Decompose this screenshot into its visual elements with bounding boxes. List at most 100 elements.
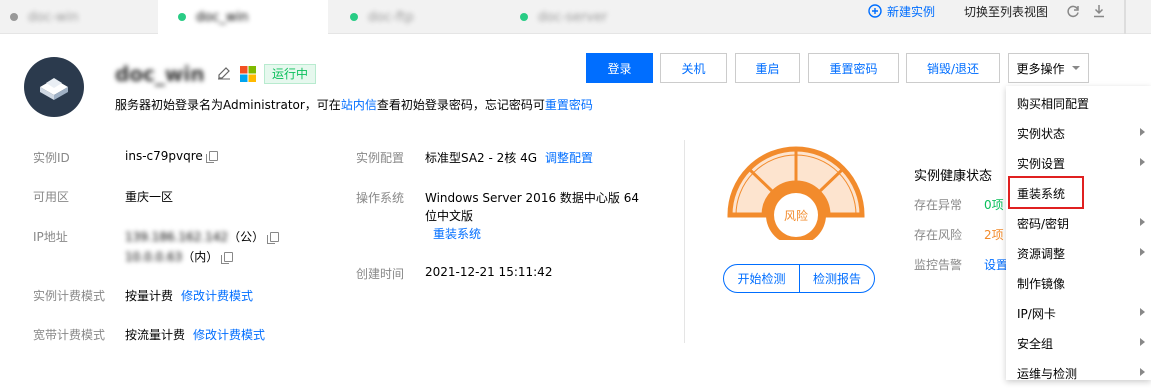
section-divider [684, 140, 685, 343]
server-icon [40, 78, 68, 100]
os-label: 操作系统 [356, 191, 405, 205]
notice-text: 服务器初始登录名为Administrator，可在 [115, 98, 341, 112]
reset-password-link[interactable]: 重置密码 [545, 98, 593, 112]
windows-icon [240, 66, 256, 85]
config-label: 实例配置 [356, 151, 405, 165]
reinstall-os-link[interactable]: 重装系统 [433, 225, 481, 242]
health-check-button-group: 开始检测 检测报告 [723, 264, 875, 293]
copy-icon[interactable] [221, 252, 234, 264]
menu-item-label: 购买相同配置 [1017, 96, 1090, 111]
new-instance-button[interactable]: 新建实例 [868, 0, 935, 22]
start-check-button[interactable]: 开始检测 [724, 265, 800, 292]
alarm-settings-link[interactable]: 设置 [984, 256, 1008, 273]
check-report-button[interactable]: 检测报告 [800, 265, 874, 292]
more-actions-button[interactable]: 更多操作 [1008, 53, 1089, 83]
os-value-line2: 位中文版 [425, 209, 474, 223]
menu-item-password-key[interactable]: 密码/密钥 [1006, 208, 1151, 238]
tab-doc-ftp[interactable]: doc-ftp [340, 0, 510, 34]
bandwidth-mode-text: 按流量计费 [125, 328, 186, 342]
public-ip-suffix: （公） [228, 230, 265, 244]
instance-id-value: ins-c79pvqre [125, 149, 218, 163]
public-ip-text: 139.186.162.142 [125, 230, 229, 244]
menu-item-label: 安全组 [1017, 336, 1054, 351]
risk-value: 2项 [984, 228, 1004, 242]
zone-value: 重庆一区 [125, 190, 174, 204]
private-ip-text: 10.0.0.63 [125, 250, 183, 264]
created-time-value: 2021-12-21 15:11:42 [425, 265, 553, 279]
switch-list-view-link[interactable]: 切换至列表视图 [964, 0, 1048, 22]
gauge-label: 风险 [783, 209, 808, 223]
billing-mode-value: 按量计费 修改计费模式 [125, 287, 253, 304]
ip-public: 139.186.162.142（公） [125, 228, 280, 245]
ip-private: 10.0.0.63（内） [125, 248, 234, 265]
adjust-config-link[interactable]: 调整配置 [545, 151, 593, 165]
copy-icon[interactable] [205, 151, 218, 163]
tab-doc-win-active[interactable]: doc_win [158, 0, 328, 35]
highlight-box [1008, 176, 1084, 209]
instance-id-label: 实例ID [33, 151, 70, 165]
scrollbar-divider [1124, 0, 1126, 34]
menu-item-label: 实例状态 [1017, 126, 1066, 141]
health-gauge [727, 146, 865, 240]
plus-circle-icon [868, 4, 882, 18]
chevron-right-icon [1140, 158, 1145, 166]
chevron-right-icon [1140, 128, 1145, 136]
abnormal-value: 0项 [984, 198, 1004, 212]
menu-item-instance-status[interactable]: 实例状态 [1006, 118, 1151, 148]
tab-doc-win[interactable]: doc-win [0, 0, 158, 34]
menu-item-label: 资源调整 [1017, 246, 1066, 261]
reset-password-button[interactable]: 重置密码 [808, 53, 899, 83]
private-ip-suffix: （内） [182, 250, 219, 264]
chevron-right-icon [1140, 338, 1145, 346]
menu-item-security-group[interactable]: 安全组 [1006, 328, 1151, 358]
bandwidth-mode-label: 宽带计费模式 [33, 328, 106, 342]
instance-avatar [24, 57, 84, 117]
menu-item-label: IP/网卡 [1017, 306, 1056, 321]
menu-item-create-image[interactable]: 制作镜像 [1006, 268, 1151, 298]
more-actions-label: 更多操作 [1016, 61, 1065, 76]
instance-tab-bar: doc-win doc_win doc-ftp doc-server 新建实例 … [0, 0, 1151, 35]
message-center-link[interactable]: 站内信 [341, 98, 377, 112]
menu-item-resource-adjust[interactable]: 资源调整 [1006, 238, 1151, 268]
refresh-icon[interactable] [1066, 0, 1080, 22]
chevron-right-icon [1140, 248, 1145, 256]
menu-item-instance-settings[interactable]: 实例设置 [1006, 148, 1151, 178]
login-notice: 服务器初始登录名为Administrator，可在站内信查看初始登录密码，忘记密… [115, 96, 593, 113]
restart-button[interactable]: 重启 [735, 53, 800, 83]
status-badge: 运行中 [264, 64, 317, 84]
chevron-right-icon [1140, 308, 1145, 316]
config-text: 标准型SA2 - 2核 4G [425, 151, 538, 165]
modify-bandwidth-billing-link[interactable]: 修改计费模式 [193, 328, 265, 342]
destroy-button[interactable]: 销毁/退还 [906, 53, 1000, 83]
edit-icon[interactable] [217, 66, 231, 83]
chevron-right-icon [1140, 368, 1145, 376]
menu-item-ip-nic[interactable]: IP/网卡 [1006, 298, 1151, 328]
status-dot [10, 13, 18, 21]
tab-doc-server[interactable]: doc-server [510, 0, 810, 34]
login-button[interactable]: 登录 [586, 53, 653, 83]
ip-label: IP地址 [33, 230, 68, 244]
abnormal-label: 存在异常 [914, 198, 963, 212]
menu-item-label: 运维与检测 [1017, 366, 1078, 381]
menu-item-buy-same-config[interactable]: 购买相同配置 [1006, 88, 1151, 118]
status-dot [350, 13, 358, 21]
modify-billing-link[interactable]: 修改计费模式 [181, 289, 253, 303]
chevron-right-icon [1140, 218, 1145, 226]
alarm-label: 监控告警 [914, 258, 963, 272]
os-value-line1: Windows Server 2016 数据中心版 64 [425, 191, 639, 205]
menu-item-label: 密码/密钥 [1017, 216, 1070, 231]
instance-name: doc_win [115, 62, 205, 86]
caret-down-icon [1071, 66, 1080, 70]
status-dot [520, 13, 528, 21]
instance-id-text: ins-c79pvqre [125, 149, 203, 163]
download-icon[interactable] [1092, 0, 1106, 22]
new-instance-label: 新建实例 [887, 4, 936, 19]
billing-mode-label: 实例计费模式 [33, 289, 106, 303]
tab-label: doc-ftp [368, 9, 414, 25]
copy-icon[interactable] [267, 232, 280, 244]
menu-item-ops-detection[interactable]: 运维与检测 [1006, 358, 1151, 388]
zone-label: 可用区 [33, 190, 70, 204]
menu-item-label: 实例设置 [1017, 156, 1066, 171]
menu-item-label: 制作镜像 [1017, 276, 1066, 291]
shutdown-button[interactable]: 关机 [660, 53, 727, 83]
